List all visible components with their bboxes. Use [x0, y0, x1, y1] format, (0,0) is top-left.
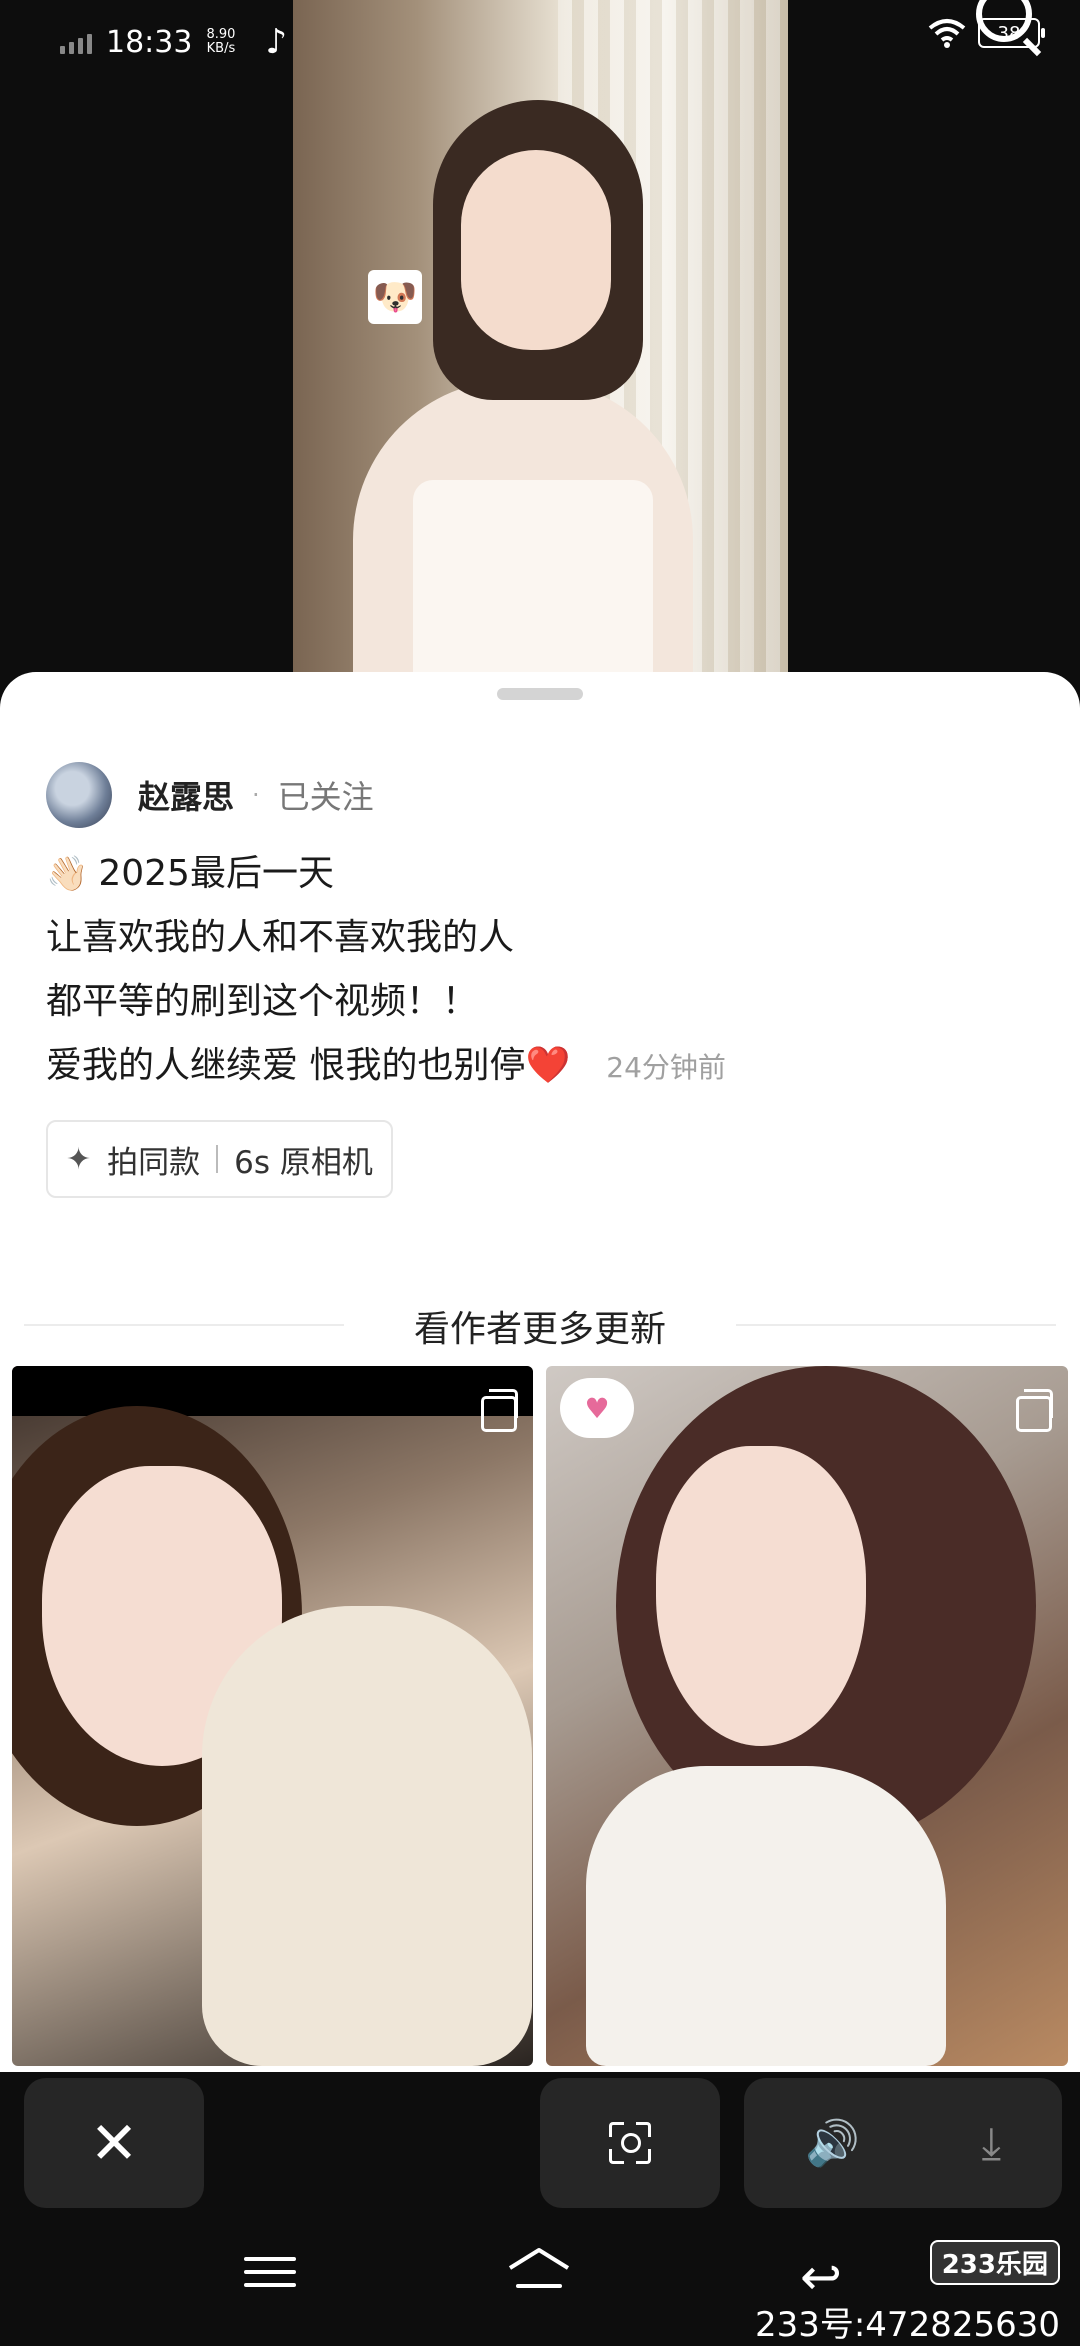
more-updates-title: 看作者更多更新: [383, 1300, 696, 1360]
video-player[interactable]: [293, 0, 788, 700]
plush-bunny: [202, 1606, 532, 2066]
separator-dot: ·: [252, 781, 260, 809]
watermark-logo: 233乐园: [929, 2240, 1060, 2285]
status-left: 18:33 8.90 KB/s ♪: [60, 22, 287, 62]
drag-handle[interactable]: [497, 688, 583, 700]
close-icon: ✕: [89, 2109, 139, 2177]
sparkle-icon: ✦: [66, 1141, 92, 1177]
avatar[interactable]: [46, 762, 112, 828]
bottom-controls: ✕ 🔊 ⤓: [0, 2068, 1080, 2218]
more-post-thumbnail[interactable]: ♥: [546, 1366, 1068, 2066]
sweater: [586, 1766, 946, 2066]
tiktok-icon: ♪: [265, 22, 288, 62]
watermark: 233乐园 233号:472825630: [755, 2240, 1060, 2346]
post-description: 👋🏻 2025最后一天 让喜欢我的人和不喜欢我的人 都平等的刷到这个视频！！ 爱我…: [46, 853, 726, 1086]
post-time: 24分钟前: [606, 1051, 726, 1084]
sound-download-group: 🔊 ⤓: [744, 2078, 1062, 2208]
shoot-same-chip[interactable]: ✦ 拍同款 6s 原相机: [46, 1120, 393, 1198]
clock: 18:33: [106, 24, 193, 60]
more-post-thumbnail[interactable]: [12, 1366, 533, 2066]
menu-icon[interactable]: [244, 2248, 296, 2296]
author-row: 赵露思 · 已关注: [46, 762, 374, 828]
net-speed: 8.90 KB/s: [206, 27, 236, 56]
chip-divider: [216, 1145, 219, 1173]
wifi-icon: [928, 19, 966, 48]
author-name[interactable]: 赵露思: [138, 772, 234, 818]
close-button[interactable]: ✕: [24, 2078, 204, 2208]
follow-status[interactable]: 已关注: [278, 772, 374, 818]
status-bar: 18:33 8.90 KB/s ♪ 38: [0, 0, 1080, 90]
download-icon[interactable]: ⤓: [982, 2118, 1001, 2169]
speaker-icon[interactable]: 🔊: [805, 2117, 860, 2169]
multi-image-icon: [1016, 1389, 1053, 1432]
dog-sticker-icon: 🐶: [368, 270, 422, 324]
watermark-id: 233号:472825630: [754, 2305, 1060, 2345]
shoot-same-label: 拍同款: [107, 1144, 201, 1181]
scan-search-icon: [609, 2122, 651, 2164]
home-icon[interactable]: [506, 2246, 572, 2294]
more-updates-header: 看作者更多更新: [0, 1300, 1080, 1360]
multi-image-icon: [481, 1389, 518, 1432]
waving-hand-icon: 👋🏻: [46, 854, 89, 894]
heart-icon: ❤️: [525, 1045, 571, 1086]
video-subject: [461, 150, 611, 350]
heart-bubble-icon: ♥: [560, 1378, 634, 1438]
post-detail-sheet: 赵露思 · 已关注 👋🏻 2025最后一天 让喜欢我的人和不喜欢我的人 都平等的刷…: [0, 672, 1080, 2072]
visual-search-button[interactable]: [540, 2078, 720, 2208]
camera-name: 6s 原相机: [234, 1144, 373, 1181]
signal-icon: [60, 30, 92, 54]
system-nav-bar: ↩ 233乐园 233号:472825630: [0, 2218, 1080, 2345]
